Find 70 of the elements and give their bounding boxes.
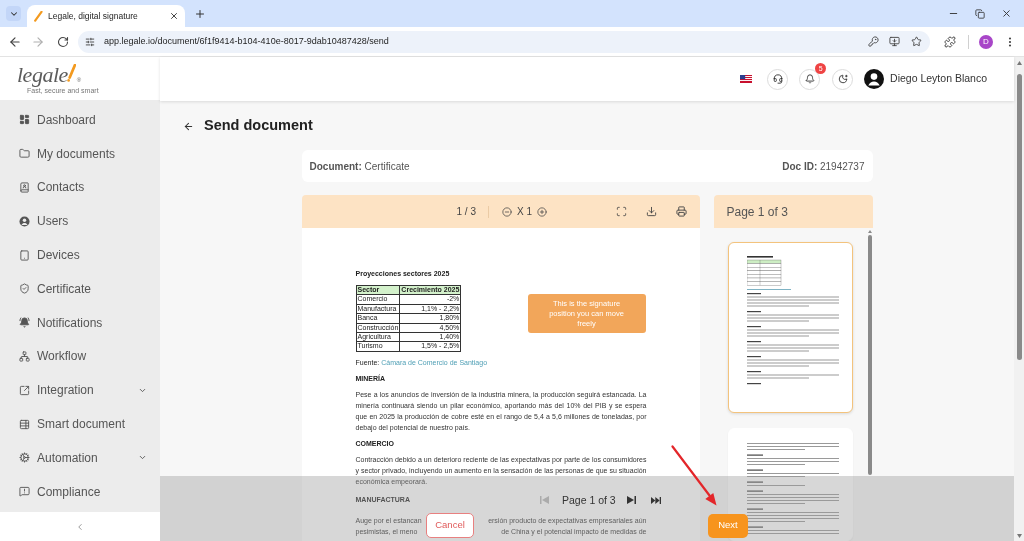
network-icon [19, 350, 30, 362]
sidebar-item[interactable]: Smart document [0, 407, 160, 441]
flag-icon[interactable] [740, 75, 753, 83]
star-icon[interactable] [911, 36, 922, 47]
new-tab-icon[interactable] [194, 7, 206, 20]
tab-list-button[interactable] [6, 6, 21, 21]
contact-book-icon [19, 182, 30, 193]
fast-forward-icon[interactable] [650, 496, 661, 504]
scroll-down-icon[interactable] [1016, 534, 1022, 538]
close-icon[interactable] [1001, 8, 1012, 19]
sidebar-item[interactable]: Compliance [0, 474, 160, 509]
external-link-icon [19, 384, 30, 396]
pagination-label: Page 1 of 3 [562, 493, 616, 507]
document-name-text: Document: Certificate [309, 159, 410, 174]
slash-logo-icon [33, 10, 43, 22]
user-avatar-icon[interactable] [864, 69, 885, 89]
folder-icon [19, 148, 30, 160]
scrollbar-thumb[interactable] [1016, 74, 1022, 360]
table-icon [19, 418, 30, 430]
tablet-icon [19, 249, 30, 261]
gear-icon [19, 452, 30, 464]
sidebar-item[interactable]: My documents [0, 136, 160, 171]
address-bar[interactable]: app.legale.io/document/6f1f9414-b104-410e-8017-9dab10487428/send [78, 30, 930, 53]
shield-check-icon [19, 283, 30, 295]
close-icon[interactable] [169, 11, 179, 21]
page-indicator: 1 / 3 [456, 205, 476, 219]
download-icon[interactable] [645, 206, 657, 217]
back-icon[interactable] [8, 34, 22, 49]
profile-button[interactable]: D [979, 34, 993, 49]
sidebar-item[interactable]: Automation [0, 440, 160, 475]
sidebar-item[interactable]: Contacts [0, 170, 160, 205]
cancel-button[interactable]: Cancel [426, 513, 474, 538]
zoom-in-icon[interactable] [537, 206, 547, 217]
document-id-text: Doc ID: 21942737 [782, 159, 865, 174]
puzzle-icon[interactable] [944, 35, 956, 48]
sliders-icon[interactable] [85, 36, 95, 47]
page-thumbnail[interactable] [727, 242, 853, 413]
moon-icon [837, 74, 848, 84]
key-icon[interactable] [868, 36, 879, 47]
scrollbar-thumb[interactable] [867, 235, 872, 475]
dashboard-icon [19, 114, 30, 126]
browser-tab[interactable]: Legale, digital signature [27, 5, 185, 27]
sidebar-item[interactable]: Notifications [0, 305, 160, 340]
scroll-up-icon[interactable] [867, 230, 872, 233]
sidebar-item[interactable]: Devices [0, 238, 160, 272]
user-name[interactable]: Diego Leyton Blanco [890, 71, 987, 87]
reload-icon[interactable] [57, 35, 69, 48]
print-icon[interactable] [675, 206, 687, 217]
sidebar-item[interactable]: Workflow [0, 339, 160, 374]
page-title: Send document [204, 116, 313, 136]
sidebar-item[interactable]: Certificate [0, 272, 160, 306]
sidebar-item[interactable]: Dashboard [0, 103, 160, 137]
user-circle-icon [19, 215, 30, 227]
scroll-up-icon[interactable] [1016, 61, 1022, 65]
message-alert-icon [19, 486, 30, 498]
skip-forward-icon[interactable] [626, 496, 636, 504]
restore-icon[interactable] [975, 8, 985, 19]
back-icon[interactable] [183, 120, 194, 132]
sidebar-item[interactable]: Integration [0, 373, 160, 408]
bell-icon [804, 74, 815, 84]
zoom-out-icon[interactable] [501, 206, 512, 217]
bell-icon [19, 317, 30, 329]
zoom-level: X 1 [516, 205, 532, 219]
fullscreen-icon[interactable] [615, 206, 627, 217]
logo-wordmark: legale [17, 62, 68, 86]
monitor-download-icon[interactable] [889, 36, 900, 47]
logo-accent-icon [66, 63, 76, 82]
thumbnails-header: Page 1 of 3 [713, 195, 873, 228]
headset-icon [772, 74, 783, 84]
sidebar-item[interactable]: Users [0, 204, 160, 239]
